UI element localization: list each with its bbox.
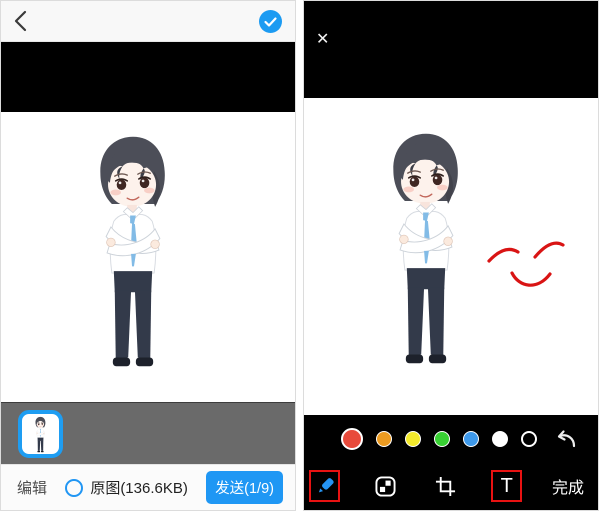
photo-preview-canvas	[1, 112, 295, 402]
done-button[interactable]: 完成	[552, 474, 584, 498]
editor-top-bar: ✕	[304, 1, 598, 98]
color-palette	[341, 428, 537, 450]
gallery-preview-screen: 编辑 原图(136.6KB) 发送(1/9)	[1, 1, 295, 510]
color-swatch-blue[interactable]	[463, 431, 479, 447]
color-swatch-orange[interactable]	[376, 431, 392, 447]
color-swatch-red[interactable]	[341, 428, 363, 450]
image-editor-screen: ✕	[304, 1, 598, 510]
boy-thumbnail-illustration	[33, 416, 48, 453]
editor-tool-bar: T 完成	[304, 462, 598, 510]
close-editor-button[interactable]: ✕	[316, 32, 329, 48]
back-chevron-icon	[14, 10, 28, 32]
selected-thumbnail[interactable]	[18, 410, 63, 458]
undo-button[interactable]	[552, 428, 578, 450]
boy-illustration	[85, 130, 181, 372]
undo-arrow-icon	[552, 428, 578, 450]
red-doodle-smiley	[304, 98, 598, 415]
crop-tool-button[interactable]	[430, 470, 461, 502]
preview-bottom-bar: 编辑 原图(136.6KB) 发送(1/9)	[1, 464, 295, 510]
preview-top-bar	[1, 1, 295, 42]
screenshot-stage: 编辑 原图(136.6KB) 发送(1/9) ✕	[0, 0, 600, 511]
text-tool-button[interactable]: T	[491, 470, 522, 502]
confirm-select-button[interactable]	[259, 10, 282, 33]
color-swatch-white[interactable]	[492, 431, 508, 447]
photo-letterbox-top	[1, 42, 295, 112]
crop-icon	[435, 476, 456, 497]
editor-bottom-bars: T 完成	[304, 415, 598, 510]
color-swatch-hollow[interactable]	[521, 431, 537, 447]
original-quality-toggle[interactable]: 原图(136.6KB)	[65, 477, 188, 498]
marker-pen-icon	[313, 474, 337, 498]
mosaic-tool-button[interactable]	[370, 470, 401, 502]
radio-circle-icon	[65, 479, 83, 497]
mosaic-icon	[375, 476, 396, 497]
color-swatch-green[interactable]	[434, 431, 450, 447]
editor-canvas[interactable]	[304, 98, 598, 415]
edit-button[interactable]: 编辑	[17, 477, 47, 498]
color-palette-row	[304, 415, 598, 462]
brush-tool-button[interactable]	[309, 470, 340, 502]
color-swatch-yellow[interactable]	[405, 431, 421, 447]
back-button[interactable]	[14, 10, 28, 32]
thumbnail-strip	[1, 402, 295, 464]
check-circle-icon	[259, 10, 282, 33]
original-quality-label: 原图(136.6KB)	[90, 477, 188, 498]
text-tool-label: T	[501, 475, 513, 498]
send-button[interactable]: 发送(1/9)	[206, 471, 283, 504]
